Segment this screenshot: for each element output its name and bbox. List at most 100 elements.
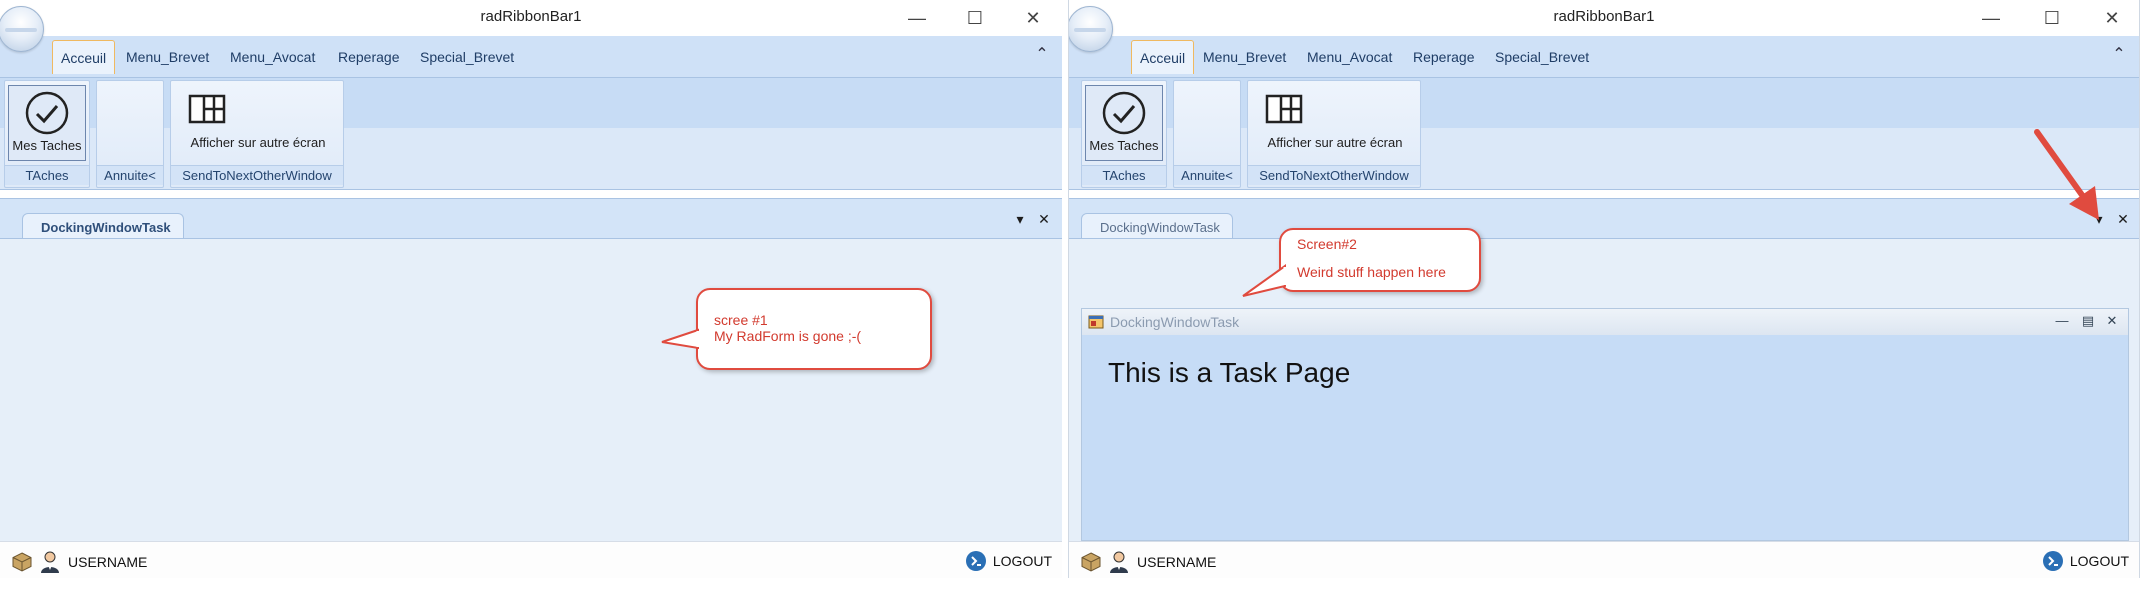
status-bar: USERNAME LOGOUT	[0, 541, 1062, 578]
close-icon: ✕	[1038, 211, 1050, 227]
tab-reperage[interactable]: Reperage	[1405, 40, 1483, 74]
mes-taches-button[interactable]: Mes Taches	[8, 85, 86, 161]
tab-acceuil[interactable]: Acceuil	[1131, 40, 1195, 74]
ribbon-collapse-button[interactable]: ⌃	[1032, 44, 1052, 64]
afficher-autre-ecran-button[interactable]: Afficher sur autre écran	[1254, 85, 1416, 150]
tab-special-brevet[interactable]: Special_Brevet	[412, 40, 522, 74]
package-icon	[12, 552, 32, 572]
maximize-button[interactable]: ☐	[952, 4, 998, 32]
tab-acceuil[interactable]: Acceuil	[52, 40, 116, 74]
maximize-icon: ☐	[966, 7, 984, 28]
application-menu-orb[interactable]	[0, 6, 44, 52]
window-screen-1: radRibbonBar1 — ☐ ✕ Acceuil Menu_Brevet …	[0, 0, 1062, 578]
group-send-to-next-window: Afficher sur autre écran SendToNextOther…	[170, 80, 344, 188]
user-avatar-icon	[1110, 551, 1128, 573]
window-grid-icon	[1265, 94, 1303, 124]
callout-pointer	[661, 328, 700, 350]
group-label-annuite[interactable]: Annuite<	[1174, 165, 1240, 185]
window-grid-icon	[188, 94, 226, 124]
ribbon-body: Mes Taches TAches Annuite< Afficher sur …	[0, 78, 1062, 190]
ribbon-tabstrip: Acceuil Menu_Brevet Menu_Avocat Reperage…	[0, 36, 1062, 78]
maximize-icon: ☐	[2043, 7, 2061, 28]
annotation-callout-screen-1: scree #1 My RadForm is gone ;-(	[696, 288, 932, 370]
mes-taches-label: Mes Taches	[12, 138, 82, 153]
tab-special-brevet[interactable]: Special_Brevet	[1487, 40, 1597, 74]
callout-line-1: Screen#2	[1297, 236, 1357, 252]
close-icon: ✕	[2104, 7, 2120, 28]
chevron-up-icon: ⌃	[1035, 46, 1049, 63]
mes-taches-label: Mes Taches	[1089, 138, 1159, 153]
tab-docking-window-task[interactable]: DockingWindowTask	[22, 213, 184, 241]
status-bar: USERNAME LOGOUT	[1069, 541, 2139, 578]
tab-menu-brevet[interactable]: Menu_Brevet	[118, 40, 217, 74]
maximize-icon: ▤	[2081, 313, 2095, 328]
logout-button[interactable]: LOGOUT	[2042, 550, 2129, 572]
afficher-autre-ecran-label: Afficher sur autre écran	[1267, 135, 1403, 150]
status-user: USERNAME	[12, 550, 147, 574]
package-icon	[1081, 552, 1101, 572]
logout-icon	[2042, 551, 2063, 571]
group-send-to-next-window: Afficher sur autre écran SendToNextOther…	[1247, 80, 1421, 188]
callout-line-2: Weird stuff happen here	[1297, 264, 1446, 280]
tab-menu-brevet[interactable]: Menu_Brevet	[1195, 40, 1294, 74]
title-bar: radRibbonBar1 — ☐ ✕	[1069, 0, 2139, 36]
afficher-autre-ecran-label: Afficher sur autre écran	[190, 135, 326, 150]
close-icon: ✕	[2106, 313, 2118, 328]
ribbon-collapse-button[interactable]: ⌃	[2109, 44, 2129, 64]
ribbon-tabstrip: Acceuil Menu_Brevet Menu_Avocat Reperage…	[1069, 36, 2139, 78]
ribbon-body: Mes Taches TAches Annuite< Afficher sur …	[1069, 78, 2139, 190]
group-label-send-to-next-window: SendToNextOtherWindow	[1248, 165, 1420, 185]
tab-docking-window-task[interactable]: DockingWindowTask	[1081, 213, 1233, 241]
close-icon: ✕	[2117, 211, 2129, 227]
close-icon: ✕	[1025, 7, 1041, 28]
floating-window-titlebar[interactable]: DockingWindowTask — ▤ ✕	[1082, 309, 2128, 335]
floating-window-title: DockingWindowTask	[1110, 314, 1240, 330]
application-menu-orb[interactable]	[1069, 6, 1113, 52]
afficher-autre-ecran-button[interactable]: Afficher sur autre écran	[177, 85, 339, 150]
callout-line-2: My RadForm is gone ;-(	[714, 328, 862, 344]
close-button[interactable]: ✕	[2089, 4, 2135, 32]
maximize-button[interactable]: ☐	[2029, 4, 2075, 32]
group-label-taches: TAches	[1082, 165, 1166, 185]
status-user: USERNAME	[1081, 550, 1216, 574]
group-label-send-to-next-window: SendToNextOtherWindow	[171, 165, 343, 185]
minimize-icon: —	[908, 7, 926, 28]
tab-menu-avocat[interactable]: Menu_Avocat	[222, 40, 323, 74]
floating-minimize-button[interactable]: —	[2052, 313, 2072, 331]
minimize-button[interactable]: —	[894, 4, 940, 32]
callout-pointer	[1242, 264, 1287, 297]
mes-taches-button[interactable]: Mes Taches	[1085, 85, 1163, 161]
dock-close-button[interactable]: ✕	[2115, 211, 2131, 229]
logout-button[interactable]: LOGOUT	[965, 550, 1052, 572]
tab-menu-avocat[interactable]: Menu_Avocat	[1299, 40, 1400, 74]
group-taches: Mes Taches TAches	[1081, 80, 1167, 188]
username-label: USERNAME	[1137, 554, 1217, 570]
red-arrow-annotation	[2034, 129, 2099, 220]
logout-icon	[965, 551, 986, 571]
logout-label: LOGOUT	[2069, 553, 2129, 569]
dock-dropdown-button[interactable]: ▾	[1012, 211, 1028, 229]
check-circle-icon	[1102, 91, 1146, 135]
dock-close-button[interactable]: ✕	[1036, 211, 1052, 229]
check-circle-icon	[25, 91, 69, 135]
user-avatar-icon	[41, 551, 59, 573]
minimize-button[interactable]: —	[1968, 4, 2014, 32]
window-screen-2: radRibbonBar1 — ☐ ✕ Acceuil Menu_Brevet …	[1068, 0, 2140, 578]
floating-close-button[interactable]: ✕	[2102, 313, 2122, 331]
callout-line-1: scree #1	[714, 312, 768, 328]
group-taches: Mes Taches TAches	[4, 80, 90, 188]
docking-tabstrip: DockingWindowTask ▾ ✕	[0, 198, 1062, 241]
group-label-annuite[interactable]: Annuite<	[97, 165, 163, 185]
caret-down-icon: ▾	[1016, 211, 1024, 227]
group-annuite: Annuite<	[1173, 80, 1241, 188]
chevron-up-icon: ⌃	[2112, 46, 2126, 63]
annotation-callout-screen-2: Screen#2 Weird stuff happen here	[1279, 228, 1481, 292]
tab-reperage[interactable]: Reperage	[330, 40, 408, 74]
task-page-content: This is a Task Page	[1108, 357, 1351, 388]
username-label: USERNAME	[68, 554, 148, 570]
minimize-icon: —	[1982, 7, 2000, 28]
document-area-empty	[0, 238, 1062, 541]
floating-maximize-button[interactable]: ▤	[2078, 313, 2098, 331]
floating-docking-window[interactable]: DockingWindowTask — ▤ ✕ This is a Task P…	[1081, 308, 2129, 541]
close-button[interactable]: ✕	[1010, 4, 1056, 32]
